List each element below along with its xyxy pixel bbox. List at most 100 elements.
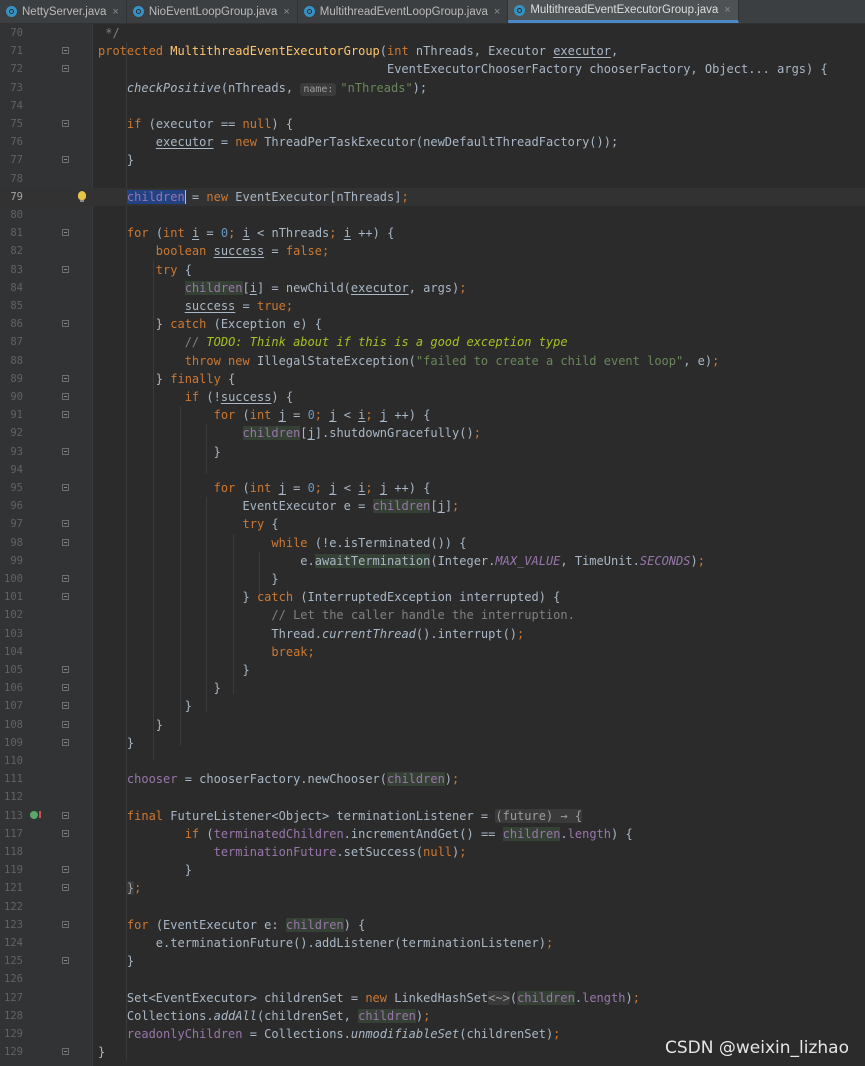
code-line[interactable]: 78 — [0, 170, 865, 188]
editor-tab-bar: NettyServer.java × NioEventLoopGroup.jav… — [0, 0, 865, 24]
fold-marker-icon[interactable] — [62, 884, 69, 892]
code-line[interactable]: 105 } — [0, 661, 865, 679]
close-icon[interactable]: × — [724, 4, 730, 16]
code-line[interactable]: 76 executor = new ThreadPerTaskExecutor(… — [0, 133, 865, 151]
code-line[interactable]: 101 } catch (InterruptedException interr… — [0, 588, 865, 606]
code-line[interactable]: 87 // TODO: Think about if this is a goo… — [0, 333, 865, 351]
fold-marker-icon[interactable] — [62, 265, 69, 273]
override-marker-icon[interactable] — [30, 810, 41, 819]
fold-marker-icon[interactable] — [62, 393, 69, 400]
fold-marker-icon[interactable] — [62, 447, 69, 455]
code-line[interactable]: 104 break; — [0, 643, 865, 661]
fold-marker-icon[interactable] — [62, 811, 69, 819]
code-line[interactable]: 80 — [0, 206, 865, 224]
fold-marker-icon[interactable] — [62, 320, 69, 328]
code-line[interactable]: 109 } — [0, 734, 865, 752]
code-line[interactable]: 85 success = true; — [0, 297, 865, 315]
code-line[interactable]: 74 — [0, 97, 865, 115]
tab-multithreadeventexecutorgroup[interactable]: MultithreadEventExecutorGroup.java × — [508, 0, 739, 23]
code-line[interactable]: 89 } finally { — [0, 370, 865, 388]
code-line[interactable]: 107 } — [0, 697, 865, 715]
code-line[interactable]: 70 */ — [0, 24, 865, 42]
fold-marker-icon[interactable] — [62, 666, 69, 673]
code-line[interactable]: 81 for (int i = 0; i < nThreads; i ++) { — [0, 224, 865, 242]
code-line[interactable]: 72 EventExecutorChooserFactory chooserFa… — [0, 60, 865, 78]
code-line[interactable]: 94 — [0, 461, 865, 479]
code-line[interactable]: 88 throw new IllegalStateException("fail… — [0, 352, 865, 370]
fold-marker-icon[interactable] — [62, 47, 69, 55]
code-line[interactable]: 83 try { — [0, 261, 865, 279]
code-line[interactable]: 97 try { — [0, 515, 865, 533]
tab-nioeventloopgroup[interactable]: NioEventLoopGroup.java × — [127, 0, 298, 23]
code-line[interactable]: 82 boolean success = false; — [0, 242, 865, 260]
fold-marker-icon[interactable] — [62, 720, 69, 728]
tab-label: MultithreadEventLoopGroup.java — [319, 5, 488, 18]
code-line[interactable]: 100 } — [0, 570, 865, 588]
code-line[interactable]: 95 for (int j = 0; j < i; j ++) { — [0, 479, 865, 497]
code-line[interactable]: 117 if (terminatedChildren.incrementAndG… — [0, 825, 865, 843]
code-line[interactable]: 127 Set<EventExecutor> childrenSet = new… — [0, 989, 865, 1007]
code-line[interactable]: 90 if (!success) { — [0, 388, 865, 406]
fold-marker-icon[interactable] — [62, 738, 69, 746]
code-line[interactable]: 77 } — [0, 151, 865, 169]
tab-multithreadeventloopgroup[interactable]: MultithreadEventLoopGroup.java × — [298, 0, 509, 23]
code-line[interactable]: 98 while (!e.isTerminated()) { — [0, 534, 865, 552]
code-line[interactable]: 118 terminationFuture.setSuccess(null); — [0, 843, 865, 861]
fold-marker-icon[interactable] — [62, 1048, 69, 1056]
fold-marker-icon[interactable] — [62, 684, 69, 692]
code-editor[interactable]: 70 */ 71 protected MultithreadEventExecut… — [0, 24, 865, 1066]
code-line[interactable]: 119 } — [0, 861, 865, 879]
code-line[interactable]: 86 } catch (Exception e) { — [0, 315, 865, 333]
fold-marker-icon[interactable] — [62, 65, 69, 73]
code-line[interactable]: 125 } — [0, 952, 865, 970]
code-line[interactable]: 92 children[j].shutdownGracefully(); — [0, 424, 865, 442]
code-line[interactable]: 96 EventExecutor e = children[j]; — [0, 497, 865, 515]
lightbulb-icon[interactable] — [78, 190, 86, 202]
code-line[interactable]: 75 if (executor == null) { — [0, 115, 865, 133]
tab-label: NioEventLoopGroup.java — [148, 5, 278, 18]
code-line[interactable]: 103 Thread.currentThread().interrupt(); — [0, 625, 865, 643]
java-class-icon — [132, 6, 144, 17]
code-line[interactable]: 84 children[i] = newChild(executor, args… — [0, 279, 865, 297]
fold-marker-icon[interactable] — [62, 957, 69, 965]
fold-marker-icon[interactable] — [62, 520, 69, 528]
code-line[interactable]: 102 // Let the caller handle the interru… — [0, 606, 865, 624]
fold-marker-icon[interactable] — [62, 575, 69, 582]
fold-marker-icon[interactable] — [62, 156, 69, 164]
code-line[interactable]: 112 — [0, 788, 865, 806]
code-line[interactable]: 71 protected MultithreadEventExecutorGrou… — [0, 42, 865, 60]
code-line[interactable]: 106 } — [0, 679, 865, 697]
code-line[interactable]: 113 final FutureListener<Object> termina… — [0, 807, 865, 825]
code-line[interactable]: 123 for (EventExecutor e: children) { — [0, 916, 865, 934]
code-line[interactable]: 91 for (int j = 0; j < i; j ++) { — [0, 406, 865, 424]
fold-marker-icon[interactable] — [62, 866, 69, 874]
code-line[interactable]: 111 chooser = chooserFactory.newChooser(… — [0, 770, 865, 788]
fold-marker-icon[interactable] — [62, 702, 69, 710]
fold-marker-icon[interactable] — [62, 538, 69, 546]
code-line[interactable]: 121 }; — [0, 879, 865, 897]
code-line[interactable]: 73 checkPositive(nThreads, name: "nThread… — [0, 79, 865, 97]
fold-marker-icon[interactable] — [62, 829, 69, 837]
code-line[interactable]: 122 — [0, 898, 865, 916]
code-line[interactable]: 99 e.awaitTermination(Integer.MAX_VALUE,… — [0, 552, 865, 570]
fold-marker-icon[interactable] — [62, 920, 69, 928]
fold-marker-icon[interactable] — [62, 593, 69, 601]
code-line[interactable]: 93 } — [0, 443, 865, 461]
watermark: CSDN @weixin_lizhao — [665, 1038, 849, 1058]
fold-marker-icon[interactable] — [62, 229, 69, 237]
close-icon[interactable]: × — [112, 6, 118, 18]
fold-marker-icon[interactable] — [62, 120, 69, 127]
code-line[interactable]: 110 — [0, 752, 865, 770]
fold-marker-icon[interactable] — [62, 411, 69, 419]
code-line-current[interactable]: 79 children = new EventExecutor[nThreads… — [0, 187, 865, 206]
code-line[interactable]: 128 Collections.addAll(childrenSet, chil… — [0, 1007, 865, 1025]
tab-nettyserver[interactable]: NettyServer.java × — [0, 0, 127, 23]
close-icon[interactable]: × — [283, 6, 289, 18]
fold-marker-icon[interactable] — [62, 484, 69, 491]
code-line[interactable]: 126 — [0, 970, 865, 988]
code-line[interactable]: 108 } — [0, 716, 865, 734]
code-line[interactable]: 124 e.terminationFuture().addListener(te… — [0, 934, 865, 952]
fold-marker-icon[interactable] — [62, 374, 69, 382]
close-icon[interactable]: × — [494, 6, 500, 18]
tab-label: NettyServer.java — [22, 5, 107, 18]
